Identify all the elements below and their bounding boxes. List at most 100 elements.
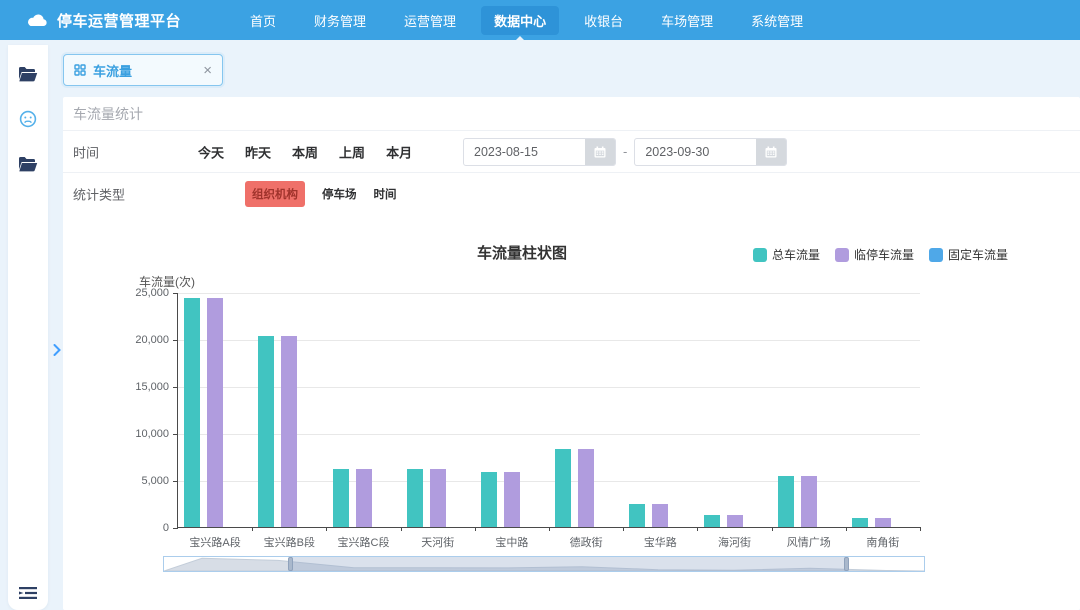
bar-临停车流量 — [578, 449, 594, 527]
x-axis-label: 宝兴路C段 — [326, 534, 400, 550]
bar-总车流量 — [629, 504, 645, 528]
legend-label: 总车流量 — [772, 246, 820, 263]
date-to-value: 2023-09-30 — [635, 145, 756, 159]
datazoom-handle-left[interactable] — [288, 557, 293, 571]
legend-item-1[interactable]: 临停车流量 — [835, 246, 914, 263]
category-slot — [401, 293, 475, 527]
x-axis-label: 天河街 — [401, 534, 475, 550]
expand-panel-chevron-icon[interactable] — [51, 341, 63, 359]
bar-总车流量 — [407, 469, 423, 527]
category-slot — [549, 293, 623, 527]
time-filter-row: 时间 今天 昨天 本周 上周 本月 2023-08-15 - 2023-09-30 — [63, 131, 1080, 173]
type-filter-label: 统计类型 — [73, 185, 125, 204]
collapse-menu-icon[interactable] — [17, 582, 39, 604]
date-to-input[interactable]: 2023-09-30 — [634, 138, 787, 166]
quick-option-2[interactable]: 本周 — [292, 142, 318, 161]
tab-bar: 车流量 × — [63, 54, 223, 86]
bars-layer — [178, 293, 920, 527]
bar-临停车流量 — [504, 472, 520, 527]
x-tick-mark — [401, 527, 402, 531]
bar-总车流量 — [704, 515, 720, 527]
quick-option-4[interactable]: 本月 — [386, 142, 412, 161]
nav-item-5[interactable]: 车场管理 — [648, 6, 726, 35]
category-slot — [772, 293, 846, 527]
x-tick-mark — [475, 527, 476, 531]
calendar-icon[interactable] — [756, 139, 786, 165]
folder-open-icon[interactable] — [17, 63, 39, 85]
cloud-logo-icon — [26, 13, 48, 28]
bar-临停车流量 — [801, 476, 817, 527]
quick-option-3[interactable]: 上周 — [339, 142, 365, 161]
x-tick-mark — [326, 527, 327, 531]
y-tick-label: 20,000 — [135, 334, 169, 346]
y-tick-label: 0 — [163, 522, 169, 534]
face-icon[interactable] — [17, 108, 39, 130]
x-tick-mark — [920, 527, 921, 531]
type-option-2[interactable]: 时间 — [374, 186, 397, 202]
y-tick-label: 5,000 — [141, 475, 169, 487]
category-slot — [846, 293, 920, 527]
calendar-icon[interactable] — [585, 139, 615, 165]
bar-总车流量 — [184, 298, 200, 527]
legend-item-2[interactable]: 固定车流量 — [929, 246, 1008, 263]
bar-总车流量 — [333, 469, 349, 527]
y-tick-label: 10,000 — [135, 428, 169, 440]
time-filter-label: 时间 — [73, 142, 99, 161]
x-axis-labels: 宝兴路A段宝兴路B段宝兴路C段天河街宝中路德政街宝华路海河街风情广场南角街 — [178, 534, 920, 550]
app-title: 停车运营管理平台 — [57, 10, 181, 31]
x-tick-mark — [623, 527, 624, 531]
type-option-1[interactable]: 停车场 — [322, 186, 357, 202]
date-from-input[interactable]: 2023-08-15 — [463, 138, 616, 166]
top-navbar: 停车运营管理平台 首页财务管理运营管理数据中心收银台车场管理系统管理 — [0, 0, 1080, 40]
tab-label: 车流量 — [93, 61, 132, 80]
x-tick-mark — [846, 527, 847, 531]
y-tick-label: 15,000 — [135, 381, 169, 393]
x-axis-label: 宝中路 — [475, 534, 549, 550]
quick-option-1[interactable]: 昨天 — [245, 142, 271, 161]
x-tick-mark — [772, 527, 773, 531]
tab-close-icon[interactable]: × — [203, 63, 212, 78]
x-axis-label: 宝华路 — [623, 534, 697, 550]
nav-item-3[interactable]: 数据中心 — [481, 6, 559, 35]
stat-type-options: 组织机构 停车场 时间 — [245, 181, 397, 207]
category-slot — [252, 293, 326, 527]
nav-item-6[interactable]: 系统管理 — [738, 6, 816, 35]
chart-legend: 总车流量临停车流量固定车流量 — [753, 246, 1008, 263]
bar-临停车流量 — [207, 298, 223, 527]
folder-open-icon[interactable] — [17, 153, 39, 175]
grid-icon — [74, 64, 86, 76]
nav-item-2[interactable]: 运营管理 — [391, 6, 469, 35]
bar-总车流量 — [852, 518, 868, 527]
datazoom-handle-right[interactable] — [844, 557, 849, 571]
x-axis-label: 风情广场 — [772, 534, 846, 550]
datazoom-window[interactable] — [291, 557, 847, 571]
bar-临停车流量 — [356, 469, 372, 527]
bar-临停车流量 — [875, 518, 891, 527]
category-slot — [178, 293, 252, 527]
tab-vehicle-flow[interactable]: 车流量 × — [63, 54, 223, 86]
bar-临停车流量 — [652, 504, 668, 528]
x-axis-label: 宝兴路A段 — [178, 534, 252, 550]
legend-item-0[interactable]: 总车流量 — [753, 246, 820, 263]
legend-swatch — [929, 248, 943, 262]
category-slot — [326, 293, 400, 527]
bar-临停车流量 — [281, 336, 297, 527]
category-slot — [475, 293, 549, 527]
legend-swatch — [835, 248, 849, 262]
nav-item-0[interactable]: 首页 — [237, 6, 289, 35]
nav-item-1[interactable]: 财务管理 — [301, 6, 379, 35]
legend-swatch — [753, 248, 767, 262]
section-title: 车流量统计 — [63, 97, 1080, 131]
date-range-separator: - — [623, 144, 627, 159]
main-nav-menu: 首页财务管理运营管理数据中心收银台车场管理系统管理 — [237, 6, 816, 35]
x-tick-mark — [549, 527, 550, 531]
app-brand: 停车运营管理平台 — [0, 10, 181, 31]
category-slot — [623, 293, 697, 527]
type-filter-row: 统计类型 组织机构 停车场 时间 — [63, 173, 1080, 215]
bar-总车流量 — [778, 476, 794, 527]
datazoom-slider[interactable] — [163, 556, 925, 572]
quick-option-0[interactable]: 今天 — [198, 142, 224, 161]
nav-item-4[interactable]: 收银台 — [571, 6, 636, 35]
content-panel: 车流量统计 时间 今天 昨天 本周 上周 本月 2023-08-15 - 2023-09… — [63, 97, 1080, 610]
type-option-0[interactable]: 组织机构 — [245, 181, 305, 207]
